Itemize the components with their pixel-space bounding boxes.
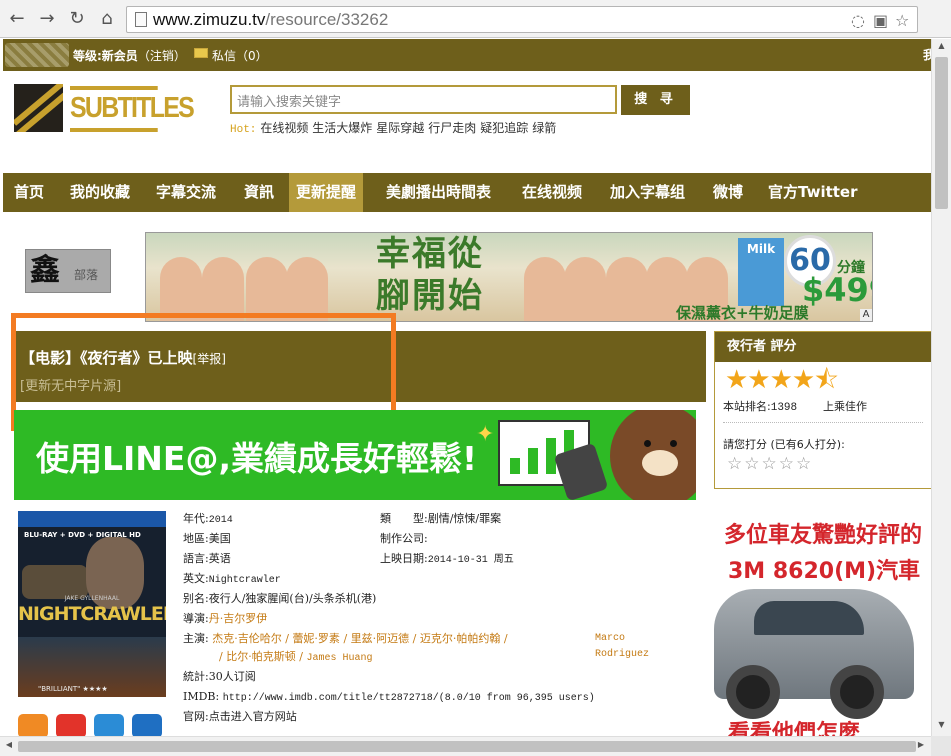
info-company: 制作公司: [380,532,428,545]
hot-links: Hot: 在线视频 生活大爆炸 星际穿越 行尸走肉 疑犯追踪 绿箭 [230,119,556,136]
car-ad[interactable]: 多位車友驚艷好評的 3M 8620(M)汽車 看看他們怎麼 [714,509,931,736]
info-alias: 别名:夜行人/独家腥闻(台)/头条杀机(港) [183,592,377,605]
url-text: www.zimuzu.tv/resource/33262 [153,10,389,29]
rank-text: 上乘佳作 [823,400,867,413]
renren-icon[interactable] [132,714,162,736]
browser-toolbar: ← → ↻ ⌂ www.zimuzu.tv/resource/33262 ◌ ▣… [0,0,951,38]
bear-icon [610,410,696,500]
cast-link[interactable]: Marco Rodriguez [595,631,655,663]
hot-link[interactable]: 行尸走肉 [428,121,476,135]
page-content: 等级:新会员（注销） 私信（0） 我 SUBTITLES 请输入搜索关键字 搜 … [3,39,931,736]
hot-label: Hot: [230,124,257,136]
ad-choices-icon[interactable]: A [860,309,872,321]
mail-icon[interactable] [194,48,208,58]
hot-link[interactable]: 在线视频 生活大爆炸 [260,121,372,135]
nav-favorites[interactable]: 我的收藏 [63,173,137,212]
scroll-thumb[interactable] [935,57,948,209]
hot-link[interactable]: 星际穿越 [376,121,424,135]
rating-panel: 夜行者 評分 ★★★★⯪ 本站排名:1398 上乘佳作 請您打分 (已有6人打分… [714,331,931,489]
home-icon[interactable]: ⌂ [96,8,118,30]
info-english: 英文:Nightcrawler [183,572,281,586]
imdb-link[interactable]: http://www.imdb.com/title/tt2872718/(8.0… [223,693,595,704]
rss-icon[interactable] [18,714,48,736]
tribe-logo[interactable]: 鑫 部落 [25,249,111,293]
nav-join[interactable]: 加入字幕组 [603,173,692,212]
nav-updates[interactable]: 更新提醒 [289,173,364,212]
scroll-right-icon: ▶ [917,740,925,749]
main-nav: 首页 我的收藏 字幕交流 資訊 更新提醒 美劇播出時間表 在线视频 加入字幕组 … [3,173,931,212]
hot-link[interactable]: 疑犯追踪 [480,121,528,135]
nav-home[interactable]: 首页 [7,173,51,212]
scroll-left-icon: ◀ [5,740,13,749]
info-language: 語言:英语 [183,552,231,565]
foot-mask-ad[interactable]: 幸福從腳開始 Milk 60 分鐘 $499 保濕薰衣+牛奶足膜 A [145,232,873,322]
hot-link[interactable]: 绿箭 [532,121,556,135]
rating-header: 夜行者 評分 [715,332,931,362]
scroll-corner [931,736,951,756]
info-imdb: IMDB: http://www.imdb.com/title/tt287271… [183,690,595,704]
cast-link[interactable]: 迈克尔·帕帕约翰 [420,632,501,645]
scroll-down-icon: ▼ [938,720,945,729]
qzone-icon[interactable] [94,714,124,736]
star-icon[interactable]: ☆ [895,11,909,30]
site-rank: 本站排名:1398 [723,400,798,414]
forward-icon[interactable]: → [36,8,58,30]
info-stats: 統計:30人订阅 [183,670,256,683]
sparkle-icon: ✦ [476,422,495,447]
info-release: 上映日期:2014-10-31 周五 [380,552,514,566]
cast-link[interactable]: 比尔·帕克斯顿 [226,650,296,663]
nav-news[interactable]: 資訊 [237,173,281,212]
logo-mark [14,84,63,132]
rate-stars[interactable]: ☆☆☆☆☆ [727,454,813,474]
movie-poster[interactable]: BLU-RAY + DVD + DIGITAL HD JAKE GYLLENHA… [18,511,166,697]
cast-link[interactable]: James Huang [306,653,372,664]
scroll-up-icon: ▲ [938,41,945,50]
back-icon[interactable]: ← [6,8,28,30]
director-link[interactable]: 丹·吉尔罗伊 [209,612,268,625]
nav-weibo[interactable]: 微博 [706,173,750,212]
scroll-thumb-h[interactable] [18,741,916,752]
weibo-icon[interactable] [56,714,86,736]
search-button[interactable]: 搜 寻 [621,85,690,115]
info-type: 類 型:剧情/惊悚/罪案 [380,512,502,525]
rating-stars: ★★★★⯪ [725,365,839,395]
nav-forum[interactable]: 字幕交流 [149,173,223,212]
address-bar[interactable]: www.zimuzu.tv/resource/33262 ◌ ▣ ☆ [126,6,918,33]
official-site-link[interactable]: 点击进入官方网站 [209,710,297,723]
user-menu[interactable]: 我 [923,46,931,63]
share-bar [18,714,168,736]
nav-schedule[interactable]: 美劇播出時間表 [379,173,498,212]
translate-icon[interactable]: ▣ [873,11,888,30]
line-ad-text: 使用LINE@,業績成長好輕鬆! [36,439,478,478]
info-director: 導演:丹·吉尔罗伊 [183,612,268,625]
line-ad[interactable]: 使用LINE@,業績成長好輕鬆! ✦ [14,410,696,500]
banner-price: $499 [802,271,872,309]
banner-title: 幸福從腳開始 [376,234,484,316]
info-cast-2: / 比尔·帕克斯顿 / James Huang [219,650,373,664]
info-site: 官网:点击进入官方网站 [183,710,297,723]
info-region: 地區:美国 [183,532,231,545]
user-level: 等级:新会员（注销） [73,49,186,63]
vertical-scrollbar[interactable]: ▲ ▼ [931,39,951,736]
search-input[interactable]: 请输入搜索关键字 [230,85,617,114]
milk-box: Milk [738,238,784,306]
cast-link[interactable]: 杰克·吉伦哈尔 [212,632,282,645]
logo-word: SUBTITLES [70,86,195,132]
horizontal-scrollbar[interactable]: ◀ ▶ [0,736,931,756]
your-rating-label: 請您打分 (已有6人打分): [723,438,845,451]
user-bar: 等级:新会员（注销） 私信（0） 我 [3,39,931,71]
messages-link[interactable]: 私信（0） [212,47,268,64]
cast-link[interactable]: 蕾妮·罗素 [292,632,340,645]
logout-link[interactable]: （注销） [138,49,186,63]
cast-link[interactable]: 里兹·阿迈德 [351,632,410,645]
page-icon [135,12,147,27]
info-cast: 主演: 杰克·吉伦哈尔 / 蕾妮·罗素 / 里兹·阿迈德 / 迈克尔·帕帕约翰 … [183,631,649,660]
avatar[interactable] [5,43,69,67]
nav-video[interactable]: 在线视频 [515,173,589,212]
banner-caption: 保濕薰衣+牛奶足膜 [676,304,809,322]
chat-icon[interactable]: ◌ [851,11,865,30]
nav-twitter[interactable]: 官方Twitter [761,173,865,212]
info-year: 年代:2014 [183,512,233,526]
reload-icon[interactable]: ↻ [66,8,88,30]
